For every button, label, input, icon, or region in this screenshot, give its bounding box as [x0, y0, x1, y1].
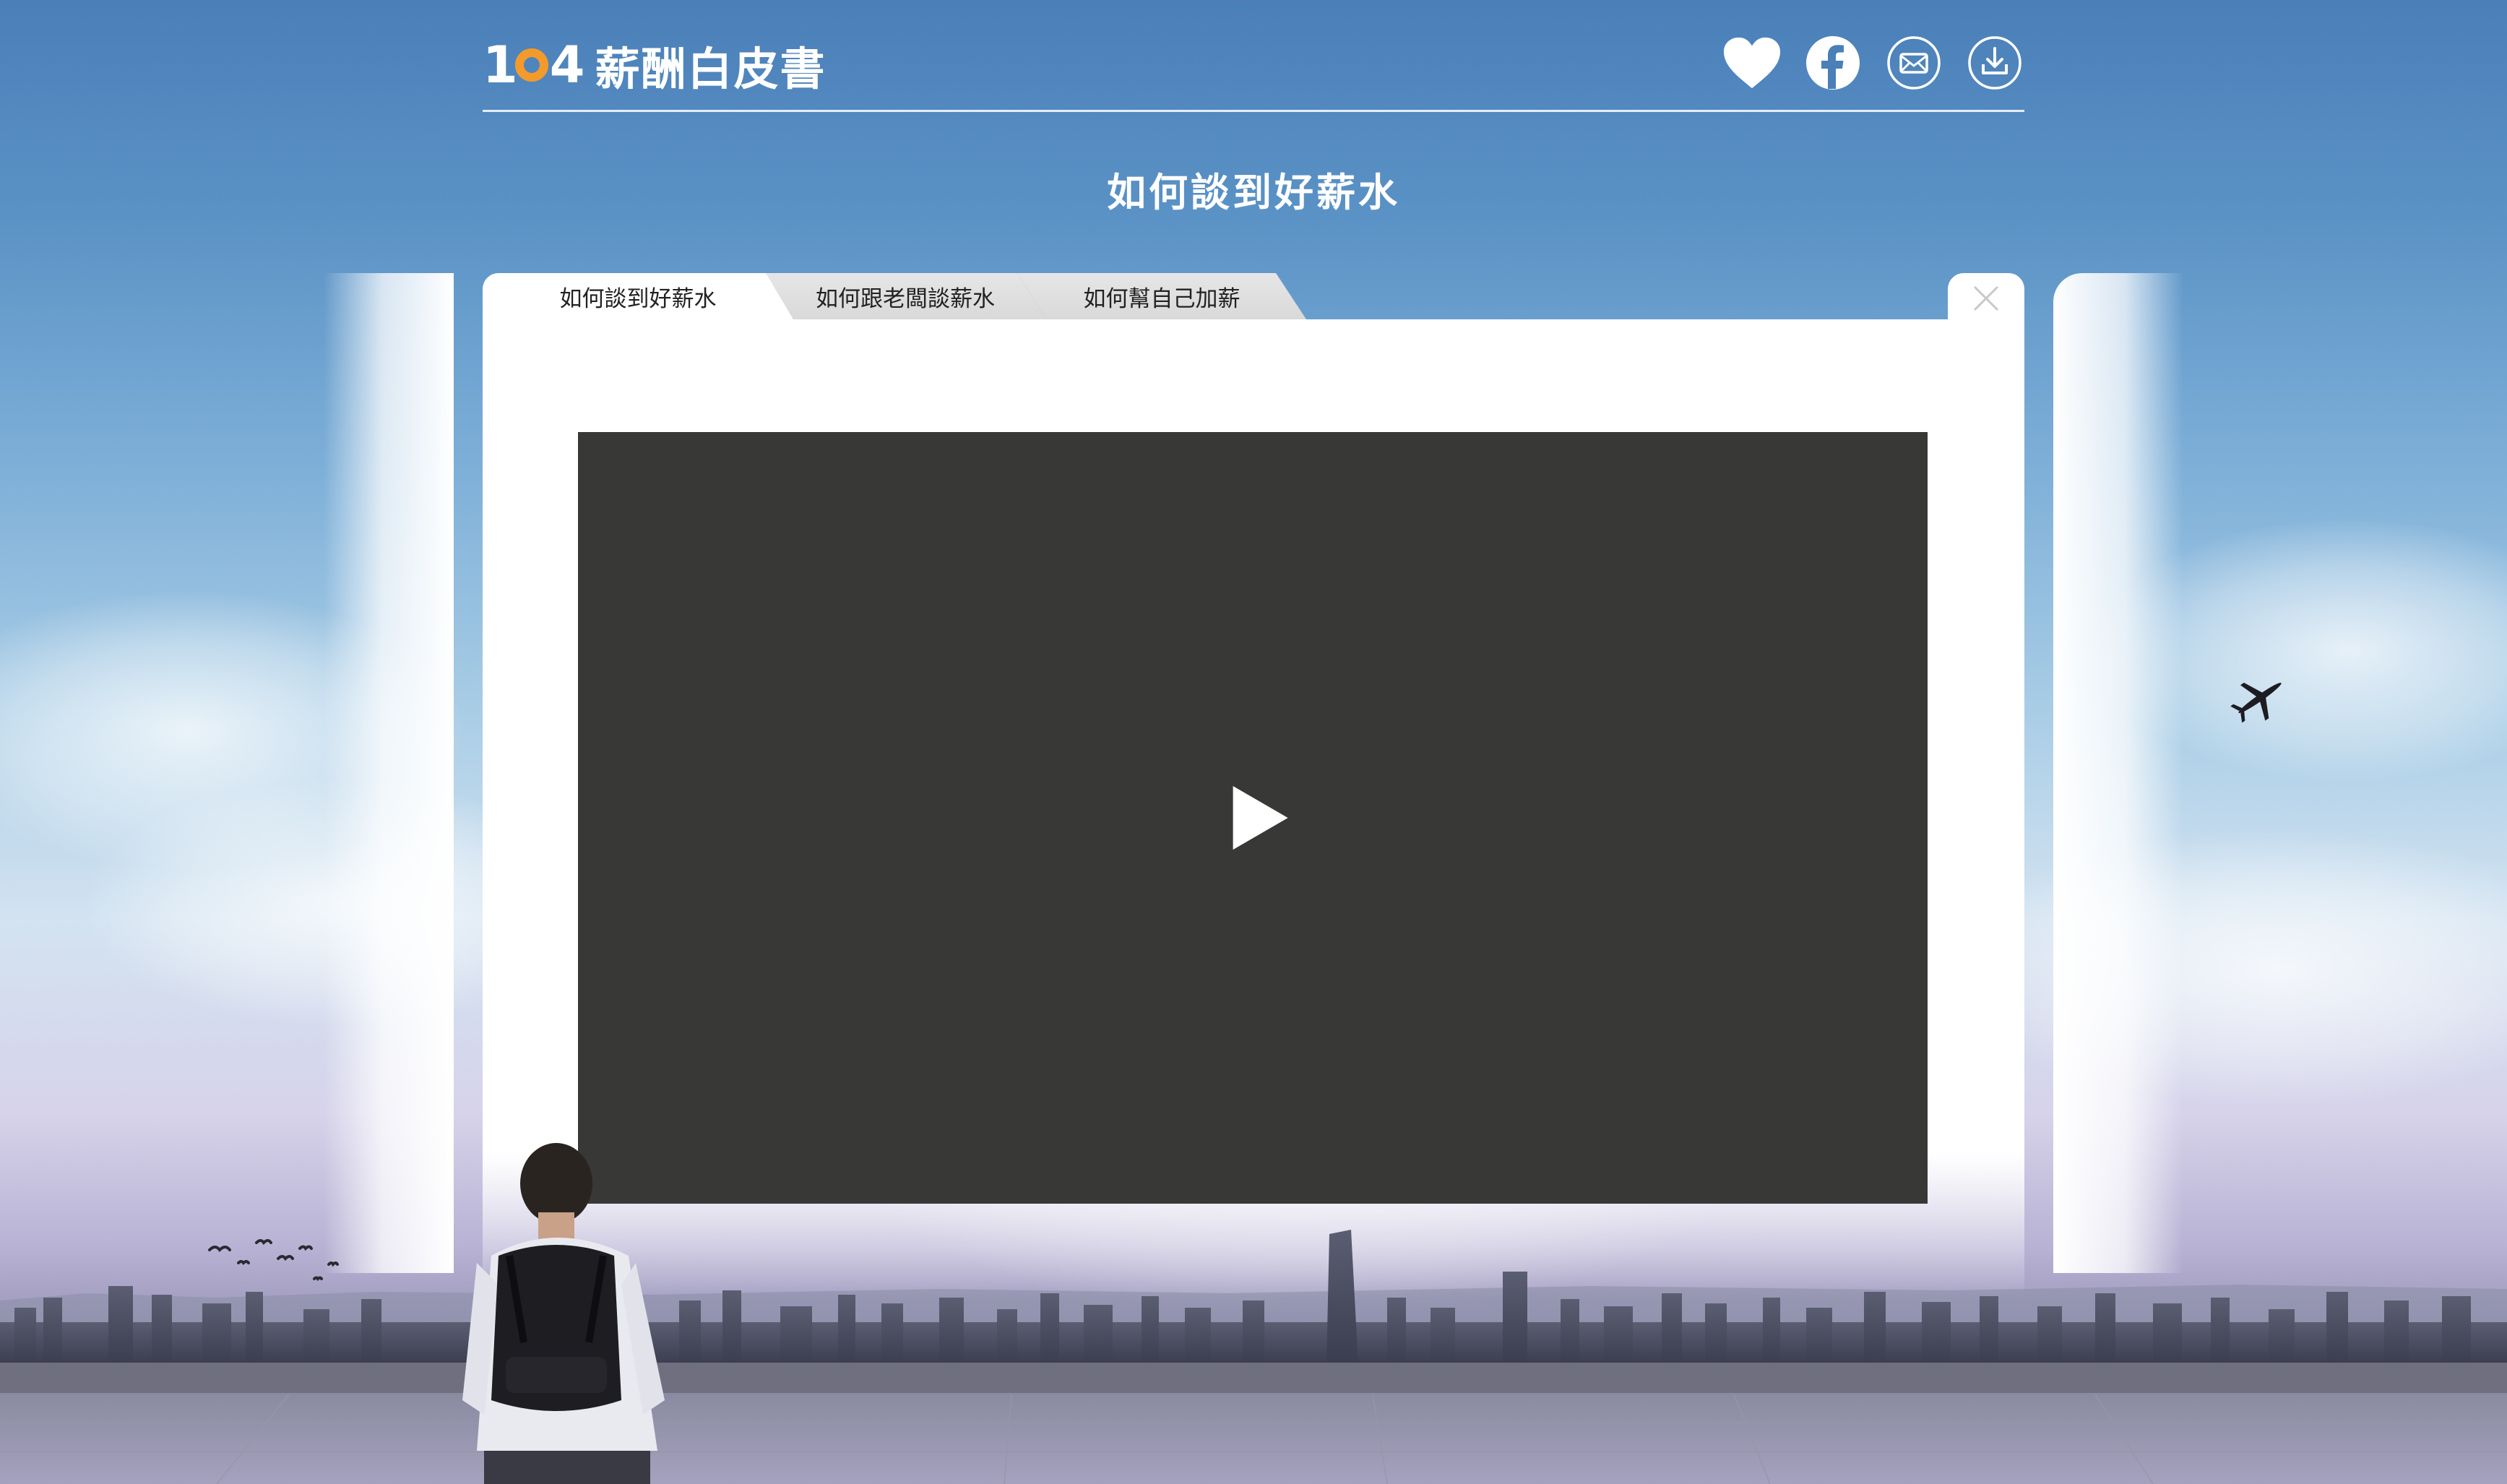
close-button[interactable]	[1948, 273, 2024, 324]
logo-number: 14	[483, 35, 584, 95]
previous-panel-preview[interactable]	[324, 273, 454, 1273]
download-icon[interactable]	[1965, 33, 2024, 92]
close-icon	[1973, 285, 1999, 311]
play-icon[interactable]	[1233, 786, 1288, 850]
video-panel: 如何幫自己加薪 如何跟老闆談薪水 如何談到好薪水	[483, 273, 2024, 1299]
person-silhouette	[462, 1143, 665, 1484]
header-actions	[1722, 33, 2024, 92]
airplane-icon	[2230, 682, 2282, 723]
logo-text: 薪酬白皮書	[595, 43, 827, 95]
video-player[interactable]	[578, 432, 1928, 1204]
logo[interactable]: 14 薪酬白皮書	[483, 35, 826, 95]
next-panel-preview[interactable]	[2053, 273, 2183, 1273]
tab-bar: 如何幫自己加薪 如何跟老闆談薪水 如何談到好薪水	[483, 273, 1350, 319]
tab-label: 如何談到好薪水	[559, 285, 717, 312]
tab-good-salary[interactable]: 如何談到好薪水	[483, 273, 793, 319]
tab-talk-with-boss[interactable]: 如何跟老闆談薪水	[764, 273, 1046, 319]
header-bar: 14 薪酬白皮書	[483, 26, 2024, 112]
cloud	[1951, 831, 2507, 1105]
page-title: 如何談到好薪水	[1107, 170, 1400, 215]
mail-icon[interactable]	[1884, 33, 1943, 92]
facebook-icon[interactable]	[1803, 33, 1863, 92]
tab-raise-yourself[interactable]: 如何幫自己加薪	[1017, 273, 1306, 319]
tab-label: 如何跟老闆談薪水	[816, 285, 995, 312]
panel-body	[483, 319, 2024, 1299]
tab-label: 如何幫自己加薪	[1083, 285, 1240, 312]
city-skyline	[0, 1230, 2507, 1484]
heart-icon[interactable]	[1722, 33, 1782, 92]
